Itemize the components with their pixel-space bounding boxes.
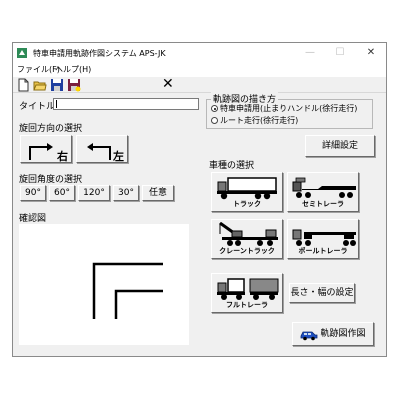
vehicle-semi-trailer-button[interactable]: セミトレーラ — [287, 172, 359, 212]
trajectory-option-route[interactable]: ルート走行(徐行走行) — [211, 115, 298, 126]
turn-angle-label: 旋回角度の選択 — [19, 175, 83, 185]
toolbar: ✕ — [13, 76, 386, 93]
length-width-settings-button[interactable]: 長さ・幅の設定 — [289, 283, 355, 303]
detail-settings-button[interactable]: 詳細設定 — [305, 135, 375, 157]
maximize-button[interactable]: ☐ — [327, 45, 353, 61]
turn-left-arrow-icon — [87, 143, 111, 160]
vehicle-full-trailer-label: フルトレーラ — [226, 301, 268, 309]
angle-120-button[interactable]: 120° — [78, 185, 110, 201]
turn-left-label: 左 — [113, 150, 124, 163]
radio-selected[interactable] — [211, 105, 218, 112]
text-caret — [56, 100, 57, 108]
toolbar-close-icon[interactable]: ✕ — [162, 76, 174, 92]
turn-right-arrow-icon — [29, 143, 53, 160]
turn-left-button[interactable]: 左 — [76, 135, 128, 163]
turn-direction-label: 旋回方向の選択 — [19, 124, 83, 134]
window-title: 特車申請用軌跡作図システム APS-JK — [33, 49, 166, 58]
semi-trailer-icon — [292, 177, 356, 198]
trajectory-option-route-label: ルート走行(徐行走行) — [220, 116, 299, 125]
trajectory-option-permit[interactable]: 特車申請用(止まりハンドル(徐行走行) — [211, 103, 357, 114]
preview-canvas — [19, 224, 189, 345]
title-input[interactable] — [53, 98, 199, 110]
minimize-button[interactable]: — — [297, 45, 323, 61]
radio-unselected[interactable] — [211, 117, 218, 124]
preview-label: 確認図 — [19, 214, 47, 224]
draw-trajectory-button[interactable]: 軌跡図作図 — [292, 322, 374, 346]
save-icon[interactable] — [50, 78, 64, 92]
trajectory-option-permit-label: 特車申請用(止まりハンドル(徐行走行) — [220, 104, 358, 113]
full-trailer-icon — [217, 278, 279, 300]
angle-60-button[interactable]: 60° — [49, 185, 75, 201]
save-as-icon[interactable] — [67, 78, 81, 92]
vehicle-crane-truck-button[interactable]: クレーントラック — [211, 219, 283, 259]
pole-trailer-icon — [292, 229, 356, 246]
vehicle-truck-button[interactable]: トラック — [211, 172, 283, 212]
vehicle-pole-trailer-button[interactable]: ポールトレーラ — [287, 219, 359, 259]
app-icon — [17, 48, 27, 58]
title-label: タイトル — [19, 102, 56, 112]
vehicle-pole-trailer-label: ポールトレーラ — [298, 247, 348, 255]
vehicle-semi-trailer-label: セミトレーラ — [302, 200, 344, 208]
angle-90-button[interactable]: 90° — [20, 185, 46, 201]
truck-icon — [217, 177, 277, 200]
turn-right-label: 右 — [57, 150, 68, 163]
menu-bar: ファイル(F) ヘルプ(H) — [13, 63, 386, 77]
new-file-icon[interactable] — [16, 78, 30, 92]
vehicle-truck-label: トラック — [233, 200, 261, 208]
vehicle-crane-truck-label: クレーントラック — [219, 247, 275, 255]
menu-help[interactable]: ヘルプ(H) — [55, 64, 91, 75]
vehicle-section-label: 車種の選択 — [209, 161, 255, 171]
car-icon — [300, 331, 318, 341]
close-button[interactable]: ✕ — [358, 45, 384, 61]
draw-trajectory-label: 軌跡図作図 — [320, 329, 366, 339]
turn-preview-diagram — [92, 262, 163, 319]
angle-custom-button[interactable]: 任意 — [142, 185, 174, 201]
app-window: 特車申請用軌跡作図システム APS-JK — ☐ ✕ ファイル(F) ヘルプ(H… — [12, 42, 387, 357]
menu-file[interactable]: ファイル(F) — [17, 64, 60, 75]
open-folder-icon[interactable] — [33, 78, 47, 92]
vehicle-full-trailer-button[interactable]: フルトレーラ — [211, 273, 283, 313]
title-bar: 特車申請用軌跡作図システム APS-JK — ☐ ✕ — [13, 43, 386, 63]
angle-30-button[interactable]: 30° — [113, 185, 139, 201]
turn-right-button[interactable]: 右 — [20, 135, 72, 163]
crane-truck-icon — [219, 222, 278, 246]
